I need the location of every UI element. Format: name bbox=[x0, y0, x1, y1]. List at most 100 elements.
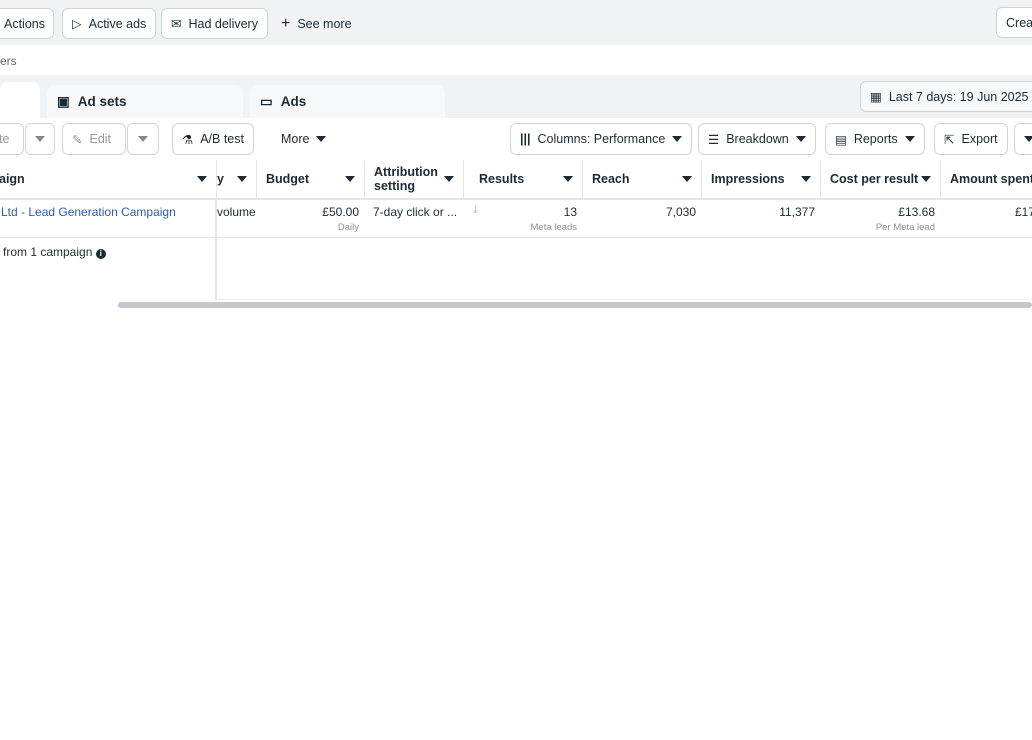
caret-down-icon bbox=[316, 136, 327, 142]
filter-input-row[interactable]: ers bbox=[0, 45, 1032, 75]
reports-button[interactable]: ▤ Reports bbox=[825, 123, 925, 155]
date-range-picker[interactable]: ▦ Last 7 days: 19 Jun 2025 - bbox=[860, 81, 1032, 112]
info-icon[interactable]: i bbox=[95, 249, 106, 259]
summary-label: from 1 campaign bbox=[3, 245, 93, 259]
calendar-icon: ▦ bbox=[870, 90, 882, 104]
header-attribution[interactable]: Attribution setting bbox=[365, 160, 464, 200]
more-label: More bbox=[281, 132, 310, 146]
impressions-cell: 11,377 bbox=[702, 200, 821, 238]
results-value: 13 bbox=[563, 205, 577, 219]
duplicate-label: te bbox=[0, 132, 10, 146]
ads-icon: ▭ bbox=[260, 93, 273, 109]
summary-row: from 1 campaign i bbox=[0, 238, 217, 300]
sort-icon[interactable] bbox=[444, 176, 454, 182]
external-link-icon: ⇱ bbox=[944, 132, 955, 147]
plus-icon: + bbox=[281, 14, 291, 32]
caret-down-icon bbox=[795, 136, 806, 142]
header-label: Reach bbox=[592, 172, 630, 186]
sort-icon[interactable] bbox=[921, 176, 931, 182]
header-cost-per-result[interactable]: Cost per result bbox=[821, 160, 941, 200]
envelope-icon: ✉ bbox=[171, 17, 182, 31]
caret-down-icon bbox=[138, 136, 148, 142]
active-ads-filter[interactable]: ▷ Active ads bbox=[62, 8, 157, 39]
horizontal-scrollbar[interactable] bbox=[118, 302, 1032, 308]
breakdown-button[interactable]: ☰ Breakdown bbox=[698, 123, 816, 155]
amount-spent-cell: £17 bbox=[941, 200, 1032, 238]
columns-label: Columns: Performance bbox=[537, 132, 666, 146]
had-delivery-label: Had delivery bbox=[188, 16, 258, 31]
results-type: Meta leads bbox=[530, 222, 577, 233]
header-campaign[interactable]: aign bbox=[0, 160, 217, 200]
see-more-label: See more bbox=[297, 16, 352, 31]
header-label: Results bbox=[479, 172, 525, 186]
header-amount-spent[interactable]: Amount spent bbox=[941, 160, 1032, 200]
actions-button[interactable]: Actions bbox=[0, 8, 54, 39]
breakdown-label: Breakdown bbox=[726, 132, 789, 146]
reports-icon: ▤ bbox=[835, 132, 847, 147]
header-label: Impressions bbox=[711, 172, 785, 186]
header-budget[interactable]: Budget bbox=[257, 160, 365, 200]
strategy-cell: volume bbox=[217, 200, 257, 238]
header-label: y bbox=[217, 172, 224, 186]
summary-row-values bbox=[217, 238, 1032, 300]
header-label: Attribution setting bbox=[374, 165, 438, 193]
edit-dropdown[interactable] bbox=[127, 123, 159, 155]
campaign-link[interactable]: Ltd - Lead Generation Campaign bbox=[1, 205, 176, 219]
tab-ad-sets-label: Ad sets bbox=[77, 94, 127, 109]
export-dropdown[interactable] bbox=[1014, 123, 1032, 155]
header-reach[interactable]: Reach bbox=[583, 160, 702, 200]
sort-icon[interactable] bbox=[197, 176, 207, 182]
create-button[interactable]: Crea bbox=[996, 7, 1032, 38]
budget-type: Daily bbox=[337, 222, 359, 233]
columns-button[interactable]: ||| Columns: Performance bbox=[510, 123, 693, 155]
create-label: Crea bbox=[1006, 15, 1032, 30]
header-results[interactable]: Results bbox=[464, 160, 583, 200]
header-label: aign bbox=[0, 172, 25, 186]
sort-icon[interactable] bbox=[682, 176, 692, 182]
caret-down-icon bbox=[35, 136, 45, 142]
sort-icon[interactable] bbox=[345, 176, 355, 182]
pencil-icon: ✎ bbox=[72, 132, 83, 147]
header-label: Amount spent bbox=[950, 172, 1032, 186]
tab-campaigns[interactable] bbox=[0, 82, 40, 118]
edit-button[interactable]: ✎ Edit bbox=[62, 123, 126, 155]
duplicate-button[interactable]: te bbox=[0, 123, 24, 155]
tab-ads[interactable]: ▭ Ads bbox=[250, 85, 445, 118]
reports-label: Reports bbox=[853, 132, 898, 146]
header-label: Budget bbox=[266, 172, 310, 186]
send-icon: ▷ bbox=[72, 17, 82, 31]
columns-icon: ||| bbox=[520, 132, 531, 146]
caret-down-icon bbox=[904, 136, 915, 142]
tab-ads-label: Ads bbox=[280, 94, 307, 109]
active-ads-label: Active ads bbox=[88, 16, 147, 31]
filter-text: ers bbox=[0, 54, 17, 68]
ad-sets-icon: ▣ bbox=[57, 93, 70, 109]
date-range-label: Last 7 days: 19 Jun 2025 - bbox=[888, 89, 1032, 104]
filter-bar: Actions ▷ Active ads ✉ Had delivery + See m… bbox=[0, 0, 1032, 45]
budget-value: £50.00 bbox=[322, 205, 359, 219]
ab-test-button[interactable]: ⚗ A/B test bbox=[172, 123, 254, 155]
had-delivery-filter[interactable]: ✉ Had delivery bbox=[161, 8, 268, 39]
more-button[interactable]: More bbox=[272, 123, 336, 155]
results-cell: ⤓ 13 Meta leads bbox=[464, 200, 583, 238]
reach-cell: 7,030 bbox=[583, 200, 702, 238]
duplicate-dropdown[interactable] bbox=[25, 123, 55, 155]
sort-icon[interactable] bbox=[563, 176, 573, 182]
actions-label: Actions bbox=[4, 16, 45, 31]
header-strategy[interactable]: y bbox=[217, 160, 257, 200]
tab-ad-sets[interactable]: ▣ Ad sets bbox=[47, 85, 243, 118]
cost-value: £13.68 bbox=[898, 205, 935, 219]
budget-cell: £50.00 Daily bbox=[257, 200, 365, 238]
caret-down-icon bbox=[672, 136, 683, 142]
breakdown-icon: ☰ bbox=[708, 132, 720, 147]
see-more-button[interactable]: + See more bbox=[272, 8, 361, 39]
sort-icon[interactable] bbox=[237, 176, 247, 182]
caret-down-icon bbox=[1024, 136, 1032, 142]
sort-icon[interactable] bbox=[801, 176, 811, 182]
campaign-name-cell: Ltd - Lead Generation Campaign bbox=[0, 200, 217, 238]
attribution-cell: 7-day click or ... bbox=[365, 200, 464, 238]
export-button[interactable]: ⇱ Export bbox=[934, 123, 1008, 155]
flask-icon: ⚗ bbox=[182, 132, 194, 147]
ab-test-label: A/B test bbox=[200, 132, 244, 146]
header-impressions[interactable]: Impressions bbox=[702, 160, 821, 200]
